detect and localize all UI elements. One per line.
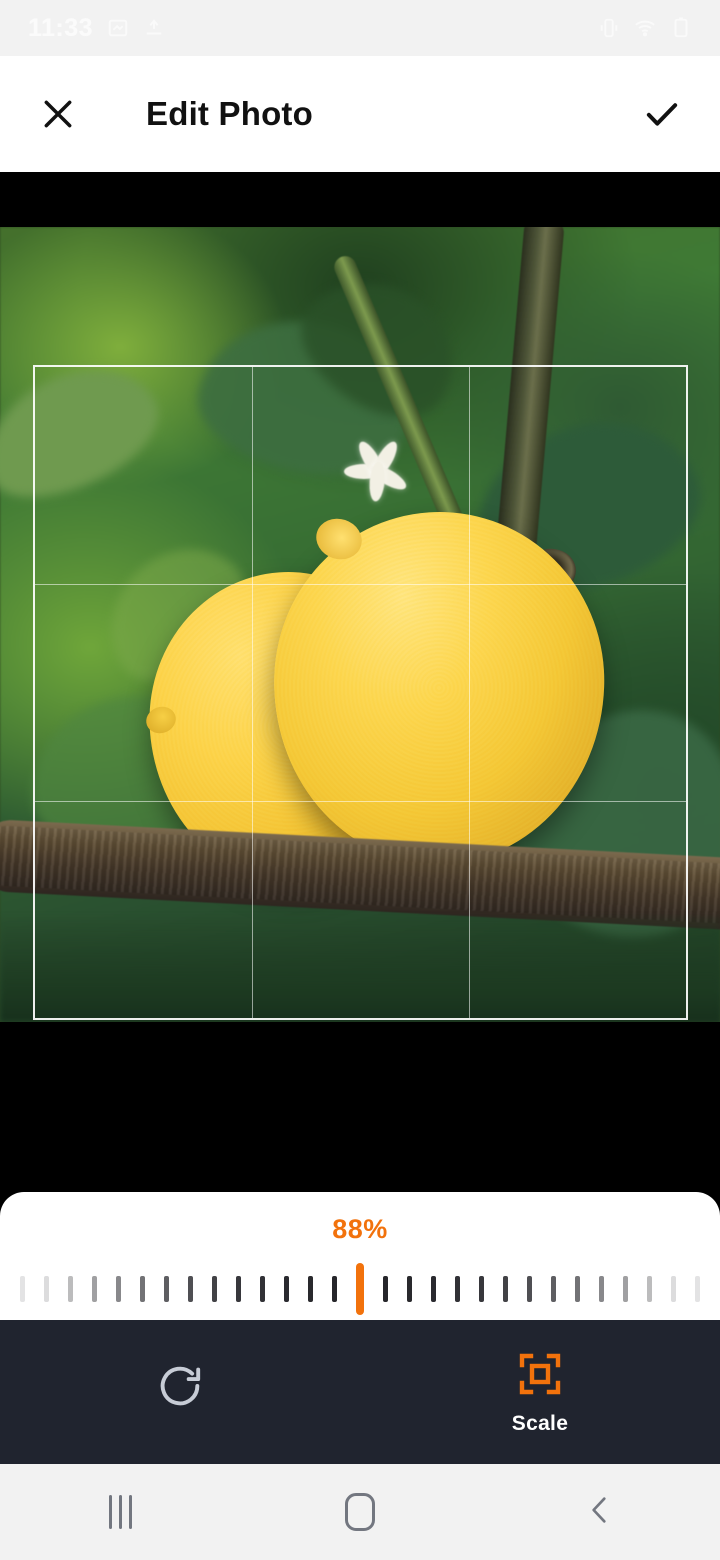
battery-icon	[670, 17, 692, 39]
scale-icon	[516, 1348, 564, 1400]
scale-ruler-tick[interactable]	[188, 1276, 193, 1302]
scale-ruler-tick[interactable]	[260, 1276, 265, 1302]
close-button[interactable]	[30, 86, 86, 142]
scale-ruler-tick[interactable]	[647, 1276, 652, 1302]
scale-ruler-tick[interactable]	[383, 1276, 388, 1302]
app-bar: Edit Photo	[0, 56, 720, 172]
scale-slider-panel[interactable]: 88%	[0, 1192, 720, 1320]
scale-value-label: 88%	[332, 1214, 388, 1244]
scale-ruler-tick[interactable]	[284, 1276, 289, 1302]
phone-screen: 11:33 Edit Photo 88% Scale	[0, 0, 720, 1560]
close-icon	[38, 94, 78, 134]
nav-recents-button[interactable]	[0, 1464, 240, 1560]
scale-ruler-thumb[interactable]	[356, 1263, 364, 1315]
status-bar: 11:33	[0, 0, 720, 56]
screenshot-icon	[107, 17, 129, 39]
status-bar-left: 11:33	[28, 14, 598, 43]
photo-canvas[interactable]	[0, 172, 720, 1192]
scale-ruler-tick[interactable]	[551, 1276, 556, 1302]
scale-ruler-tick[interactable]	[308, 1276, 313, 1302]
scale-ruler-tick[interactable]	[455, 1276, 460, 1302]
scale-ruler-tick[interactable]	[671, 1276, 676, 1302]
scale-ruler-tick[interactable]	[695, 1276, 700, 1302]
home-icon	[345, 1493, 375, 1531]
system-nav-bar	[0, 1464, 720, 1560]
scale-ruler-tick[interactable]	[68, 1276, 73, 1302]
scale-ruler-tick[interactable]	[623, 1276, 628, 1302]
blossom-flower	[330, 438, 422, 524]
scale-ruler-tick[interactable]	[503, 1276, 508, 1302]
done-button[interactable]	[634, 86, 690, 142]
status-bar-right	[598, 17, 692, 39]
scale-ruler-tick[interactable]	[527, 1276, 532, 1302]
scale-ruler-tick[interactable]	[332, 1276, 337, 1302]
scale-ruler-tick[interactable]	[140, 1276, 145, 1302]
scale-ruler-tick[interactable]	[92, 1276, 97, 1302]
tool-scale-label: Scale	[511, 1412, 569, 1435]
nav-back-button[interactable]	[480, 1464, 720, 1560]
scale-ruler-tick[interactable]	[116, 1276, 121, 1302]
status-bar-clock: 11:33	[28, 13, 94, 42]
scale-ruler-tick[interactable]	[431, 1276, 436, 1302]
check-icon	[641, 93, 683, 135]
scale-ruler-tick[interactable]	[164, 1276, 169, 1302]
wifi-icon	[634, 17, 656, 39]
scale-ruler-tick[interactable]	[236, 1276, 241, 1302]
nav-home-button[interactable]	[240, 1464, 480, 1560]
scale-ruler-tick[interactable]	[599, 1276, 604, 1302]
tool-rotate[interactable]	[0, 1320, 360, 1464]
scale-ruler-tick[interactable]	[479, 1276, 484, 1302]
scale-ruler-tick[interactable]	[20, 1276, 25, 1302]
back-chevron-icon	[583, 1493, 617, 1532]
photo-image	[0, 227, 720, 1022]
vibrate-icon	[598, 17, 620, 39]
rotate-clockwise-icon	[154, 1360, 206, 1412]
scale-ruler-tick[interactable]	[407, 1276, 412, 1302]
tool-scale[interactable]: Scale	[360, 1320, 720, 1464]
scale-ruler-tick[interactable]	[44, 1276, 49, 1302]
recents-icon	[108, 1495, 132, 1529]
scale-ruler[interactable]	[0, 1263, 720, 1315]
page-title: Edit Photo	[146, 95, 313, 132]
scale-ruler-tick[interactable]	[212, 1276, 217, 1302]
scale-ruler-tick[interactable]	[575, 1276, 580, 1302]
share-icon	[143, 17, 165, 39]
edit-toolbar: Scale	[0, 1320, 720, 1464]
photo-foreground-blur	[0, 917, 720, 1022]
